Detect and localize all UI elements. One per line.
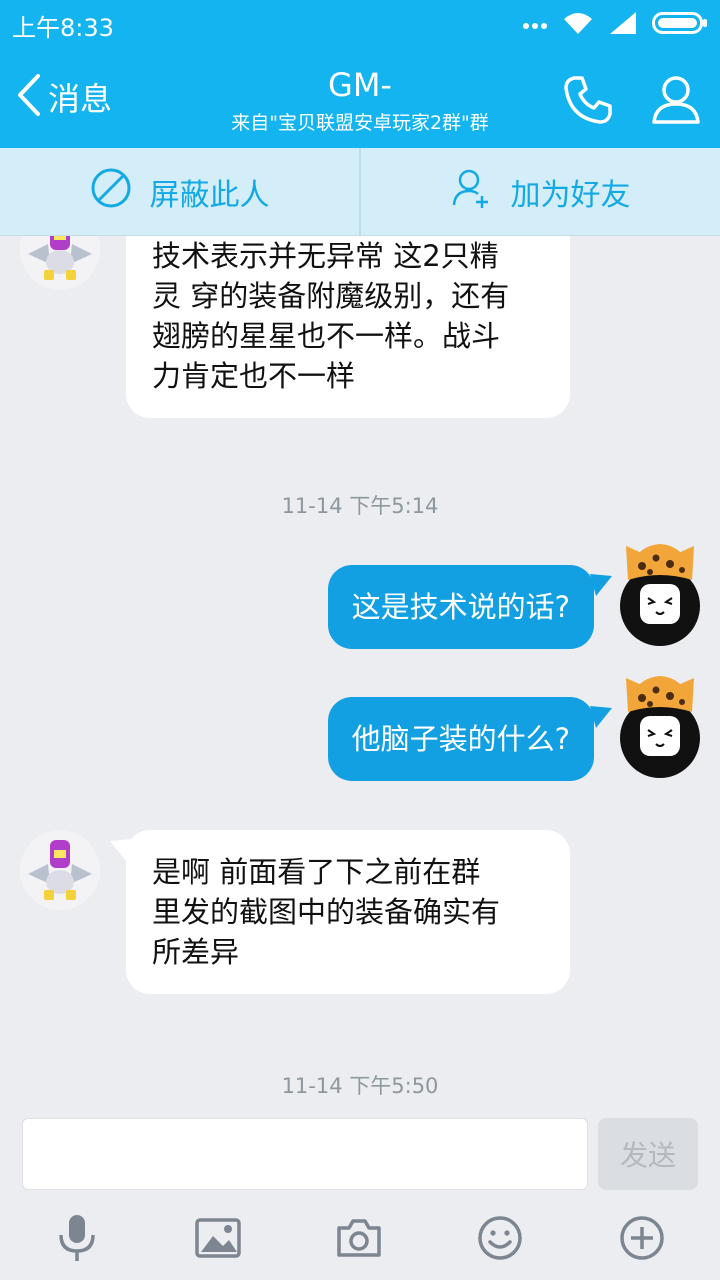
action-bar: 屏蔽此人 加为好友 [0, 148, 720, 236]
status-time: 上午8:33 [12, 14, 114, 42]
message-line: 是啊 前面看了下之前在群 [152, 855, 481, 889]
emoji-icon [477, 1215, 523, 1265]
timestamp: 11-14 下午5:14 [281, 494, 439, 518]
timestamp: 11-14 下午5:50 [281, 1074, 439, 1098]
message-line: 所差异 [152, 935, 240, 969]
mic-icon [55, 1213, 99, 1267]
input-bar: 发送 [0, 1106, 720, 1280]
sender-avatar[interactable] [20, 236, 100, 290]
bubble-tail [590, 574, 612, 596]
message-bubble-incoming[interactable]: 是啊 前面看了下之前在群 里发的截图中的装备确实有 所差异 [126, 830, 570, 994]
send-button[interactable]: 发送 [598, 1118, 698, 1190]
message-bubble-outgoing[interactable]: 他脑子装的什么? [327, 697, 594, 781]
camera-icon [335, 1218, 383, 1262]
image-icon [195, 1218, 241, 1262]
my-avatar[interactable] [620, 540, 700, 646]
status-icons [522, 10, 708, 40]
signal-icon [608, 10, 638, 40]
add-person-icon [451, 167, 511, 217]
status-bar: 上午8:33 [0, 0, 720, 50]
title-bar: 消息 GM- 来自"宝贝联盟安卓玩家2群"群 [0, 50, 720, 148]
message-bubble-incoming[interactable]: 技术表示并无异常 这2只精 灵 穿的装备附魔级别，还有 翅膀的星星也不一样。战斗… [126, 236, 570, 418]
more-button[interactable] [612, 1210, 672, 1270]
message-line: 灵 穿的装备附魔级别，还有 [152, 279, 510, 313]
message-bubble-outgoing[interactable]: 这是技术说的话? [327, 565, 594, 649]
message-line: 里发的截图中的装备确实有 [152, 895, 501, 929]
call-button[interactable] [560, 72, 616, 128]
bubble-tail [590, 706, 612, 728]
block-user-label: 屏蔽此人 [149, 178, 270, 213]
phone-icon [560, 76, 616, 132]
block-user-button[interactable]: 屏蔽此人 [0, 148, 359, 236]
message-line: 翅膀的星星也不一样。战斗 [152, 319, 501, 353]
chat-area[interactable]: 技术表示并无异常 这2只精 灵 穿的装备附魔级别，还有 翅膀的星星也不一样。战斗… [0, 236, 720, 1106]
block-icon [90, 167, 150, 217]
emoji-button[interactable] [470, 1210, 530, 1270]
message-input[interactable] [22, 1118, 588, 1190]
voice-button[interactable] [47, 1210, 107, 1270]
add-friend-button[interactable]: 加为好友 [361, 148, 720, 236]
my-avatar[interactable] [620, 672, 700, 778]
image-button[interactable] [188, 1210, 248, 1270]
person-icon [648, 76, 704, 132]
wifi-icon [562, 10, 594, 40]
profile-button[interactable] [648, 72, 704, 128]
sender-avatar[interactable] [20, 830, 100, 910]
plus-icon [619, 1215, 665, 1265]
battery-icon [652, 10, 708, 40]
message-line: 力肯定也不一样 [152, 359, 356, 393]
dots-icon [522, 16, 548, 35]
camera-button[interactable] [329, 1210, 389, 1270]
message-line: 技术表示并无异常 这2只精 [152, 239, 499, 273]
add-friend-label: 加为好友 [510, 178, 631, 213]
